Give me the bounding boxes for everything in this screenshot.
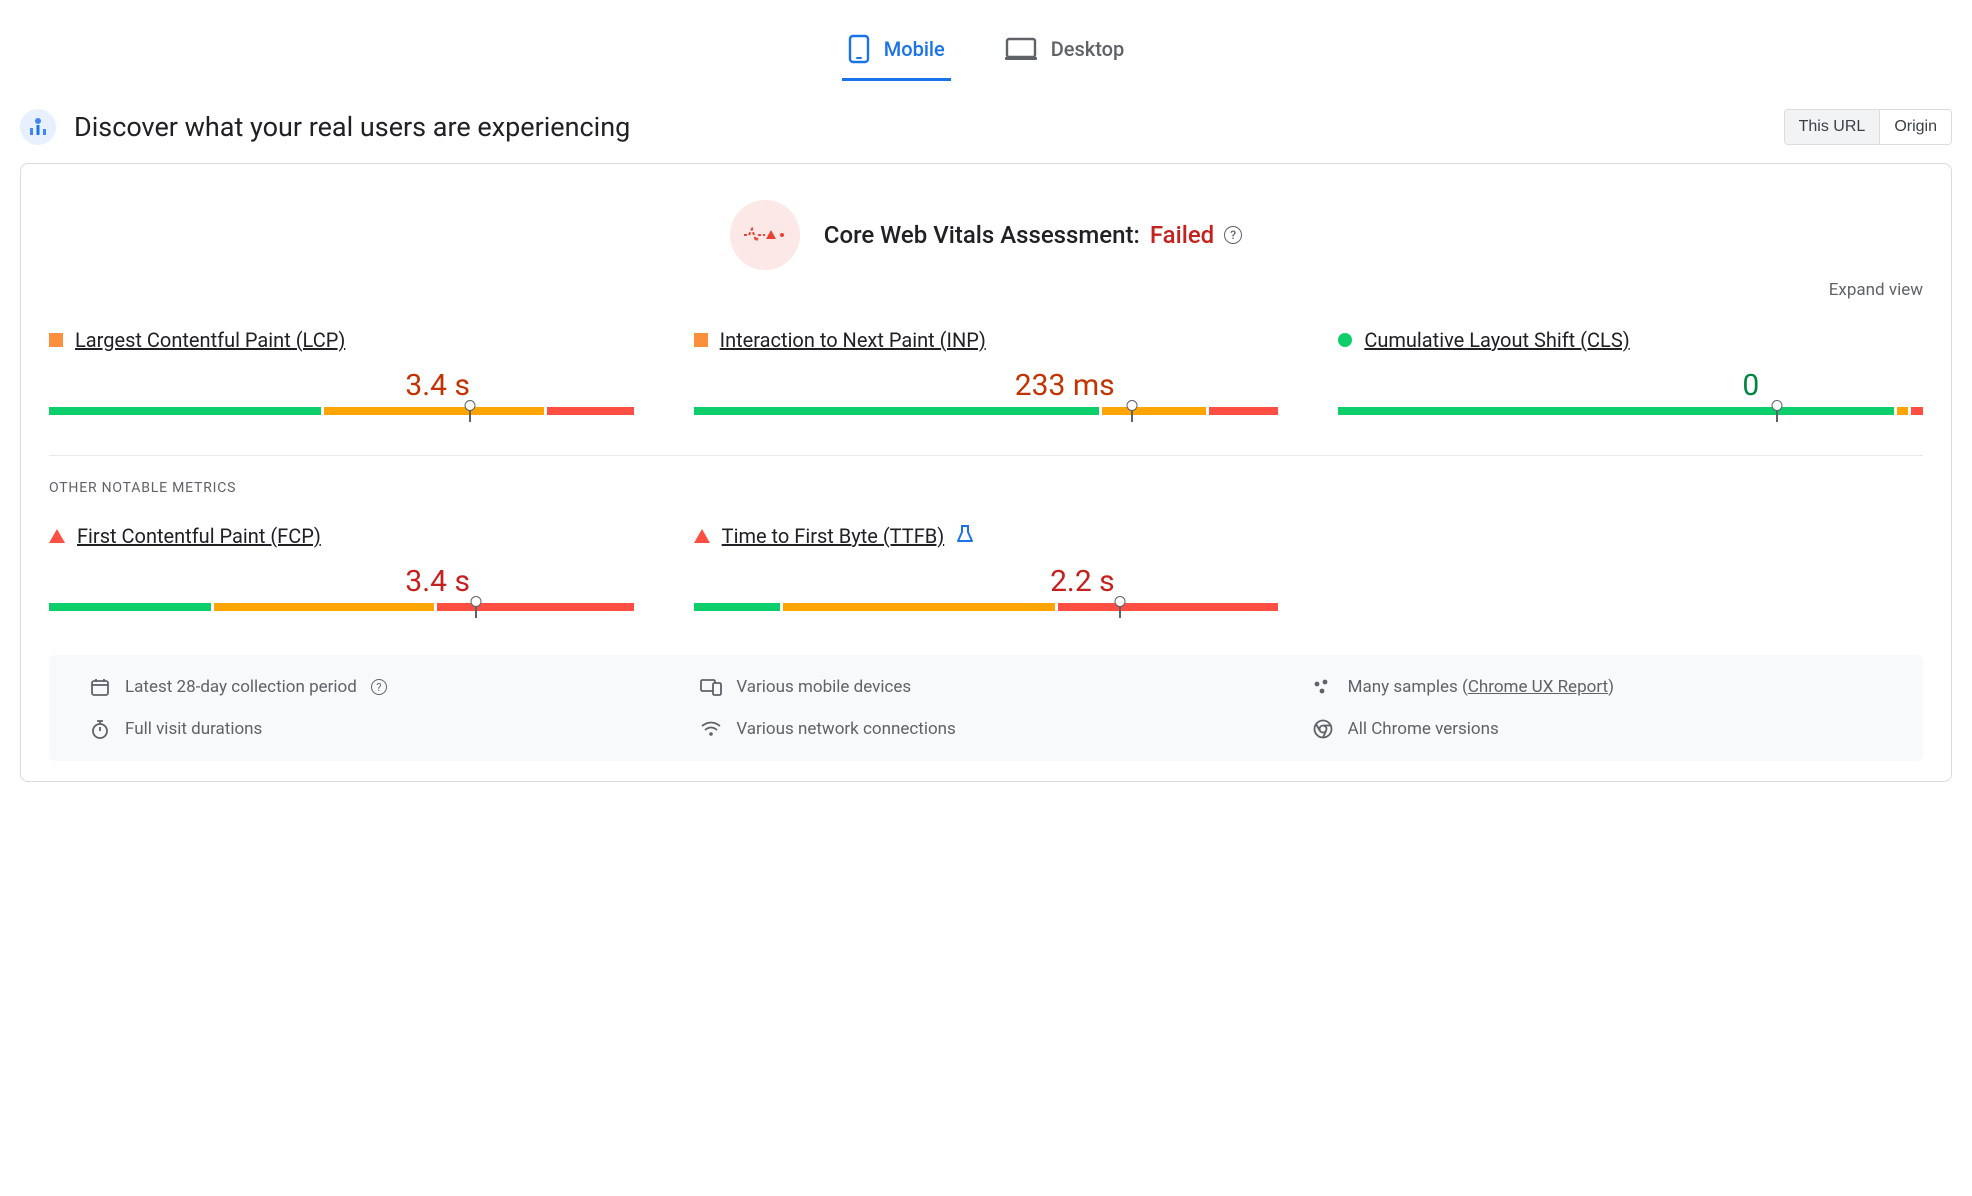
footer-period-text: Latest 28-day collection period [125,677,357,697]
triangle-icon [49,529,65,543]
assessment-row: Core Web Vitals Assessment: Failed ? [49,200,1923,270]
data-source-panel: Latest 28-day collection period ? Variou… [49,655,1923,761]
stopwatch-icon [89,719,111,739]
metric-lcp-bar [49,407,634,415]
expand-view-link[interactable]: Expand view [1829,280,1923,300]
mobile-icon [848,34,870,64]
metric-inp-value: 233 ms [694,368,1279,403]
period-help-icon[interactable]: ? [371,679,387,695]
tab-desktop-label: Desktop [1051,37,1125,61]
desktop-icon [1005,37,1037,61]
metric-cls-name[interactable]: Cumulative Layout Shift (CLS) [1364,328,1629,352]
metric-inp-bar [694,407,1279,415]
crux-report-link[interactable]: Chrome UX Report [1468,677,1608,697]
page-title: Discover what your real users are experi… [74,111,630,143]
scatter-icon [1312,678,1334,696]
scope-this-url-button[interactable]: This URL [1785,110,1880,144]
metric-fcp-value: 3.4 s [49,564,634,599]
metric-cls: Cumulative Layout Shift (CLS) 0 [1338,328,1923,415]
scope-origin-button[interactable]: Origin [1879,110,1951,144]
triangle-icon [694,529,710,543]
footer-durations-text: Full visit durations [125,719,262,739]
tab-mobile-label: Mobile [884,37,945,61]
scope-toggle: This URL Origin [1784,109,1952,145]
circle-icon [1338,333,1352,347]
metric-fcp: First Contentful Paint (FCP) 3.4 s [49,524,634,611]
marker-icon [1772,400,1782,422]
other-metrics-grid: First Contentful Paint (FCP) 3.4 s Time … [49,524,1923,611]
metric-ttfb: Time to First Byte (TTFB) 2.2 s [694,524,1279,611]
flask-icon[interactable] [956,524,974,548]
device-tabs: Mobile Desktop [20,0,1952,81]
page-header: Discover what your real users are experi… [20,81,1952,163]
metric-inp: Interaction to Next Paint (INP) 233 ms [694,328,1279,415]
metric-lcp-value: 3.4 s [49,368,634,403]
metric-lcp-name[interactable]: Largest Contentful Paint (LCP) [75,328,345,352]
metric-cls-value: 0 [1338,368,1923,403]
divider [49,455,1923,456]
metric-ttfb-bar [694,603,1279,611]
footer-versions-text: All Chrome versions [1348,719,1499,739]
devices-icon [700,678,722,696]
marker-icon [1115,596,1125,618]
square-icon [49,333,63,347]
crux-logo-icon [20,109,56,145]
metric-ttfb-value: 2.2 s [694,564,1279,599]
field-data-card: Core Web Vitals Assessment: Failed ? Exp… [20,163,1952,782]
calendar-icon [89,677,111,697]
assessment-help-icon[interactable]: ? [1224,226,1242,244]
metric-fcp-name[interactable]: First Contentful Paint (FCP) [77,524,321,548]
marker-icon [465,400,475,422]
other-metrics-heading: OTHER NOTABLE METRICS [49,480,1923,496]
tab-desktop[interactable]: Desktop [999,20,1131,81]
assessment-status: Failed [1150,221,1214,249]
marker-icon [1127,400,1137,422]
metric-ttfb-name[interactable]: Time to First Byte (TTFB) [722,524,945,548]
metric-fcp-bar [49,603,634,611]
core-metrics-grid: Largest Contentful Paint (LCP) 3.4 s Int… [49,328,1923,415]
footer-devices-text: Various mobile devices [736,677,911,697]
footer-samples-text: Many samples (Chrome UX Report) [1348,677,1614,697]
marker-icon [471,596,481,618]
vitals-status-icon [730,200,800,270]
square-icon [694,333,708,347]
metric-lcp: Largest Contentful Paint (LCP) 3.4 s [49,328,634,415]
wifi-icon [700,721,722,737]
footer-networks-text: Various network connections [736,719,956,739]
metric-inp-name[interactable]: Interaction to Next Paint (INP) [720,328,986,352]
assessment-label: Core Web Vitals Assessment: [824,221,1140,249]
chrome-icon [1312,719,1334,739]
metric-cls-bar [1338,407,1923,415]
tab-mobile[interactable]: Mobile [842,20,951,81]
